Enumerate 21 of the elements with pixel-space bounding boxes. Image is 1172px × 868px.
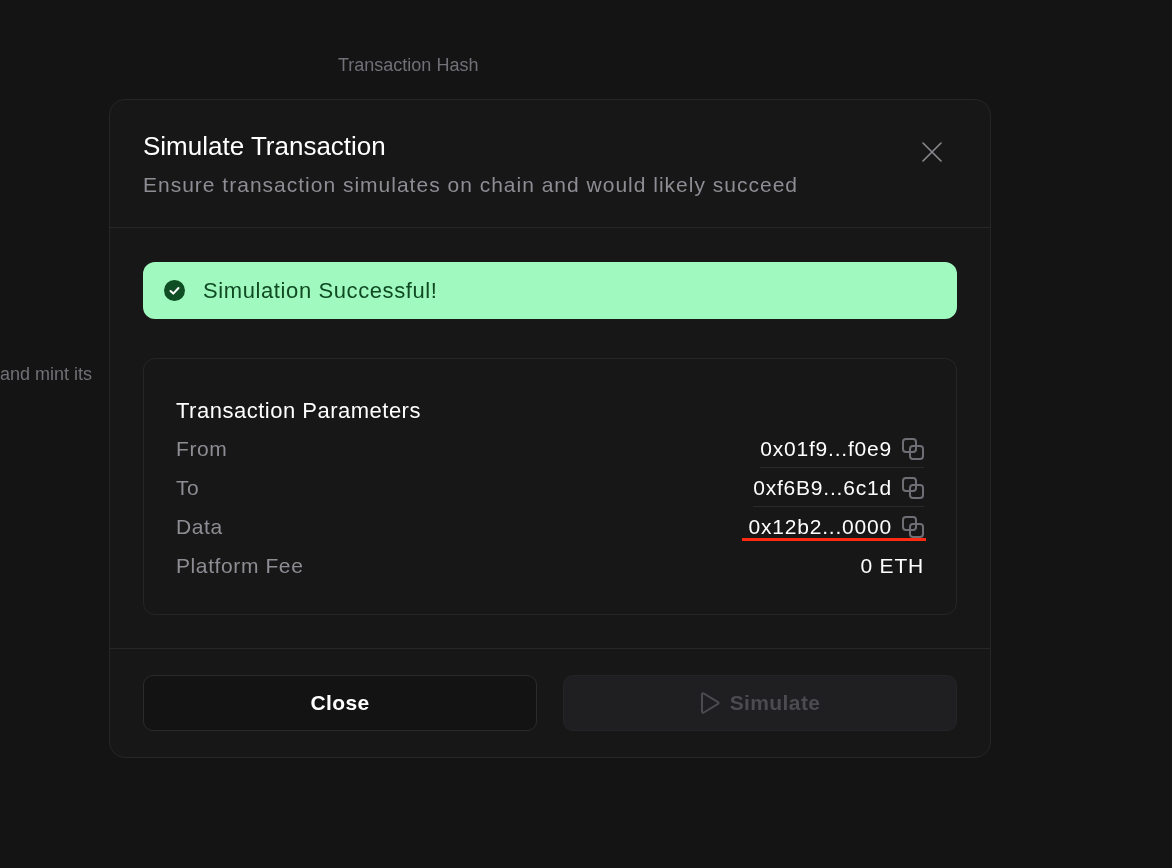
dialog-subtitle: Ensure transaction simulates on chain and would likely succeed (143, 172, 798, 198)
parameter-value: 0x12b2...0000 (748, 514, 892, 540)
parameter-label: Data (176, 514, 223, 540)
close-button[interactable]: Close (143, 675, 537, 731)
parameter-label: To (176, 475, 200, 501)
backdrop-text: and mint its (0, 363, 93, 386)
parameter-label: Platform Fee (176, 553, 304, 579)
parameter-value: 0xf6B9...6c1d (753, 475, 892, 501)
alert-message: Simulation Successful! (203, 277, 438, 305)
close-button[interactable] (921, 141, 943, 163)
parameter-value: 0 ETH (860, 553, 924, 579)
parameters-title: Transaction Parameters (176, 397, 421, 425)
copy-icon[interactable] (902, 516, 924, 538)
play-icon (699, 692, 720, 714)
copy-icon[interactable] (902, 477, 924, 499)
check-circle-icon (164, 280, 185, 301)
dialog-title: Simulate Transaction (143, 130, 387, 162)
parameter-label: From (176, 436, 228, 462)
backdrop-label: Transaction Hash (338, 54, 479, 77)
parameter-value: 0x01f9...f0e9 (760, 436, 892, 462)
copy-icon[interactable] (902, 438, 924, 460)
